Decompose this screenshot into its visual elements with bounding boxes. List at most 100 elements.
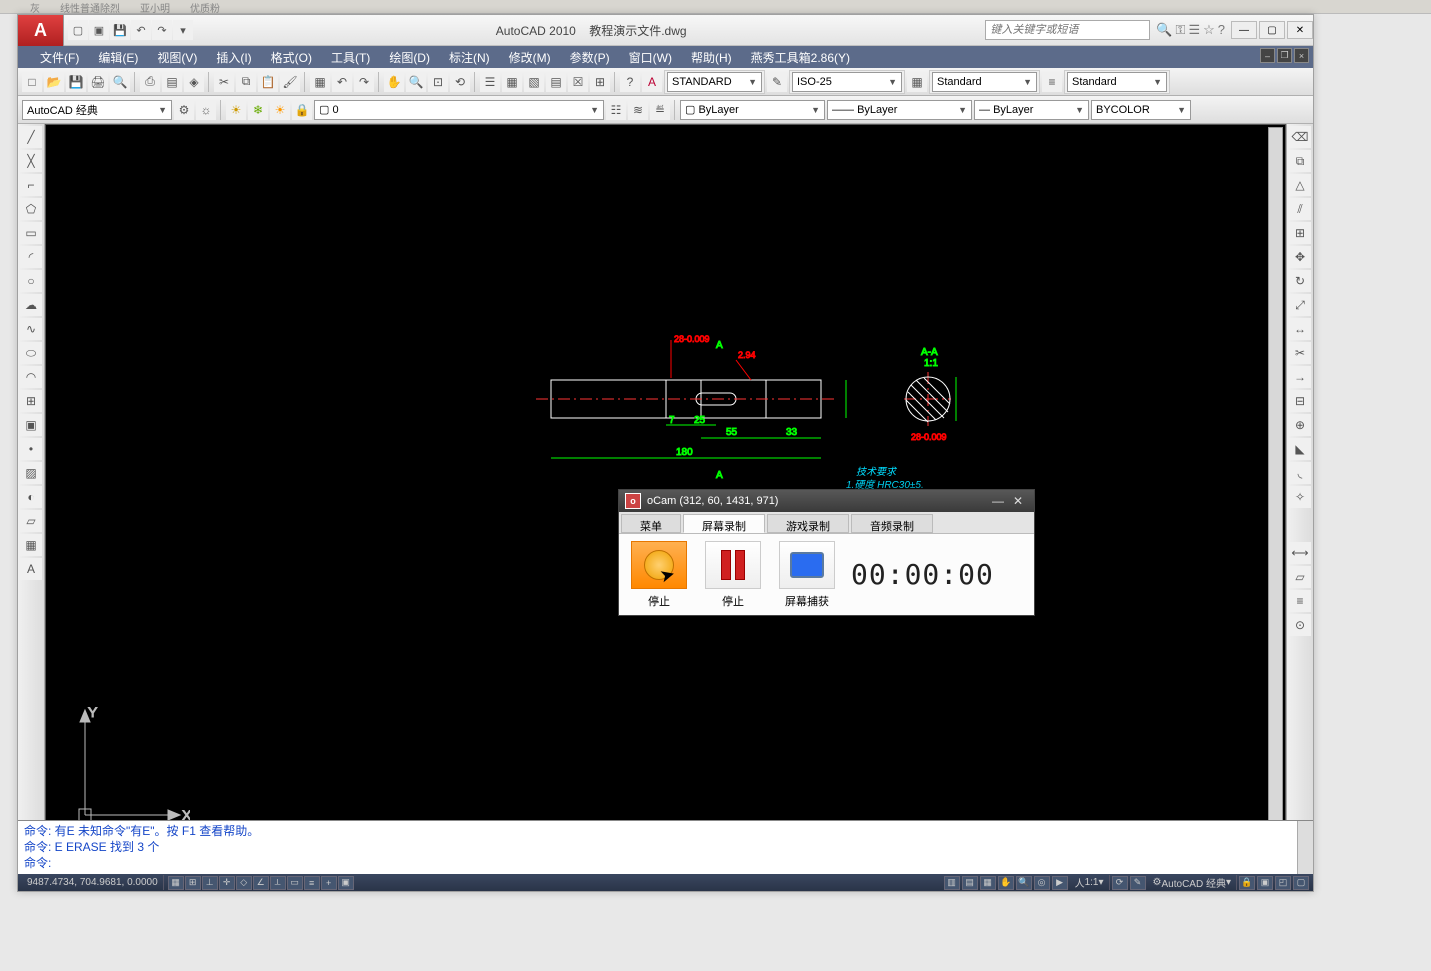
copy-icon[interactable]: ⧉ — [236, 72, 256, 92]
ducs-toggle[interactable]: ⟂ — [270, 876, 286, 890]
doc-minimize-button[interactable]: – — [1260, 48, 1275, 63]
hardware-icon[interactable]: ▣ — [1257, 876, 1273, 890]
workspace-combo[interactable]: AutoCAD 经典▼ — [22, 100, 172, 120]
spline-icon[interactable]: ∿ — [20, 318, 42, 340]
gradient-icon[interactable]: ◐ — [20, 486, 42, 508]
dc-icon[interactable]: ▦ — [502, 72, 522, 92]
layeron-icon[interactable]: ❄ — [248, 100, 268, 120]
layeriso-icon[interactable]: ☀ — [226, 100, 246, 120]
save-icon[interactable]: 💾 — [66, 72, 86, 92]
menu-yanxiu[interactable]: 燕秀工具箱2.86(Y) — [743, 47, 858, 68]
cmd-scrollbar[interactable] — [1297, 821, 1313, 874]
ocam-tab-game[interactable]: 游戏录制 — [767, 514, 849, 533]
break-icon[interactable]: ⊟ — [1289, 390, 1311, 412]
menu-format[interactable]: 格式(O) — [263, 47, 320, 68]
annoauto-icon[interactable]: ✎ — [1130, 876, 1146, 890]
zoom-previous-icon[interactable]: ⟲ — [450, 72, 470, 92]
close-button[interactable]: ✕ — [1287, 21, 1313, 39]
menu-param[interactable]: 参数(P) — [562, 47, 618, 68]
ocam-minimize-button[interactable]: — — [988, 493, 1008, 509]
explode-icon[interactable]: ✧ — [1289, 486, 1311, 508]
paste-icon[interactable]: 📋 — [258, 72, 278, 92]
mirror-icon[interactable]: △ — [1289, 174, 1311, 196]
osnap-toggle[interactable]: ◇ — [236, 876, 252, 890]
ocam-close-button[interactable]: ✕ — [1008, 493, 1028, 509]
key-icon[interactable]: ⚿ — [1176, 22, 1186, 38]
fillet-icon[interactable]: ◟ — [1289, 462, 1311, 484]
stretch-icon[interactable]: ↔ — [1289, 318, 1311, 340]
point-icon[interactable]: • — [20, 438, 42, 460]
dist-icon[interactable]: ⟷ — [1289, 542, 1311, 564]
chamfer-icon[interactable]: ◣ — [1289, 438, 1311, 460]
erase-icon[interactable]: ⌫ — [1289, 126, 1311, 148]
publish-icon[interactable]: ⎙ — [140, 72, 160, 92]
redo-icon[interactable]: ↷ — [354, 72, 374, 92]
showmotion-icon[interactable]: ▶ — [1052, 876, 1068, 890]
ortho-toggle[interactable]: ⊥ — [202, 876, 218, 890]
extend-icon[interactable]: → — [1289, 366, 1311, 388]
tablestyle-icon[interactable]: ▦ — [907, 72, 927, 92]
vertical-scrollbar[interactable] — [1268, 127, 1283, 839]
doc-close-button[interactable]: × — [1294, 48, 1309, 63]
layermgr-icon[interactable]: ☷ — [606, 100, 626, 120]
tp-icon[interactable]: ▧ — [524, 72, 544, 92]
array-icon[interactable]: ⊞ — [1289, 222, 1311, 244]
props-icon[interactable]: ☰ — [480, 72, 500, 92]
lwt-toggle[interactable]: ≡ — [304, 876, 320, 890]
ssm-icon[interactable]: ▤ — [546, 72, 566, 92]
xline-icon[interactable]: ╳ — [20, 150, 42, 172]
join-icon[interactable]: ⊕ — [1289, 414, 1311, 436]
textstyle-combo[interactable]: STANDARD▼ — [667, 72, 762, 92]
menu-tools[interactable]: 工具(T) — [323, 47, 378, 68]
qp-toggle[interactable]: + — [321, 876, 337, 890]
3d-icon[interactable]: ◈ — [184, 72, 204, 92]
qc-icon[interactable]: ⊞ — [590, 72, 610, 92]
layer-combo[interactable]: ▢ 0▼ — [314, 100, 604, 120]
ocam-capture-button[interactable]: 屏幕捕获 — [777, 541, 837, 609]
print-icon[interactable]: 🖨 — [88, 72, 108, 92]
move-icon[interactable]: ✥ — [1289, 246, 1311, 268]
ann-scale-label[interactable]: 人 1:1 ▾ — [1070, 875, 1110, 890]
layerlock-icon[interactable]: 🔒 — [292, 100, 312, 120]
qat-dropdown-icon[interactable]: ▾ — [173, 20, 193, 40]
qat-redo-icon[interactable]: ↷ — [152, 20, 172, 40]
ocam-pause-button[interactable]: 停止 — [703, 541, 763, 609]
pan-icon[interactable]: ✋ — [384, 72, 404, 92]
arc-icon[interactable]: ◜ — [20, 246, 42, 268]
otrack-toggle[interactable]: ∠ — [253, 876, 269, 890]
area-icon[interactable]: ▱ — [1289, 566, 1311, 588]
id-icon[interactable]: ⊙ — [1289, 614, 1311, 636]
menu-view[interactable]: 视图(V) — [149, 47, 205, 68]
ellipsearc-icon[interactable]: ◠ — [20, 366, 42, 388]
dyn-toggle[interactable]: ▭ — [287, 876, 303, 890]
pline-icon[interactable]: ⌐ — [20, 174, 42, 196]
revcloud-icon[interactable]: ☁ — [20, 294, 42, 316]
markup-icon[interactable]: ☒ — [568, 72, 588, 92]
insert-icon[interactable]: ⊞ — [20, 390, 42, 412]
match-icon[interactable]: 🖌 — [280, 72, 300, 92]
qv-drawings-icon[interactable]: ▦ — [980, 876, 996, 890]
line-icon[interactable]: ╱ — [20, 126, 42, 148]
pan2-icon[interactable]: ✋ — [998, 876, 1014, 890]
table-icon[interactable]: ▦ — [20, 534, 42, 556]
offset-icon[interactable]: ⫽ — [1289, 198, 1311, 220]
polygon-icon[interactable]: ⬠ — [20, 198, 42, 220]
command-line[interactable]: 命令: 有E 未知命令"有E"。按 F1 查看帮助。 命令: E ERASE 找… — [18, 820, 1313, 874]
menu-help[interactable]: 帮助(H) — [683, 47, 740, 68]
region-icon[interactable]: ▱ — [20, 510, 42, 532]
help2-icon[interactable]: ? — [620, 72, 640, 92]
lineweight-combo[interactable]: — ByLayer▼ — [974, 100, 1089, 120]
doc-restore-button[interactable]: ❐ — [1277, 48, 1292, 63]
zoom2-icon[interactable]: 🔍 — [1016, 876, 1032, 890]
menu-window[interactable]: 窗口(W) — [621, 47, 680, 68]
hatch-icon[interactable]: ▨ — [20, 462, 42, 484]
zoom-realtime-icon[interactable]: 🔍 — [406, 72, 426, 92]
menu-edit[interactable]: 编辑(E) — [90, 47, 146, 68]
ellipse-icon[interactable]: ⬭ — [20, 342, 42, 364]
layerprev-icon[interactable]: ≋ — [628, 100, 648, 120]
workspace-status[interactable]: ⚙ AutoCAD 经典 ▾ — [1148, 875, 1237, 890]
menu-modify[interactable]: 修改(M) — [501, 47, 559, 68]
ocam-tab-audio[interactable]: 音频录制 — [851, 514, 933, 533]
cut-icon[interactable]: ✂ — [214, 72, 234, 92]
undo-icon[interactable]: ↶ — [332, 72, 352, 92]
